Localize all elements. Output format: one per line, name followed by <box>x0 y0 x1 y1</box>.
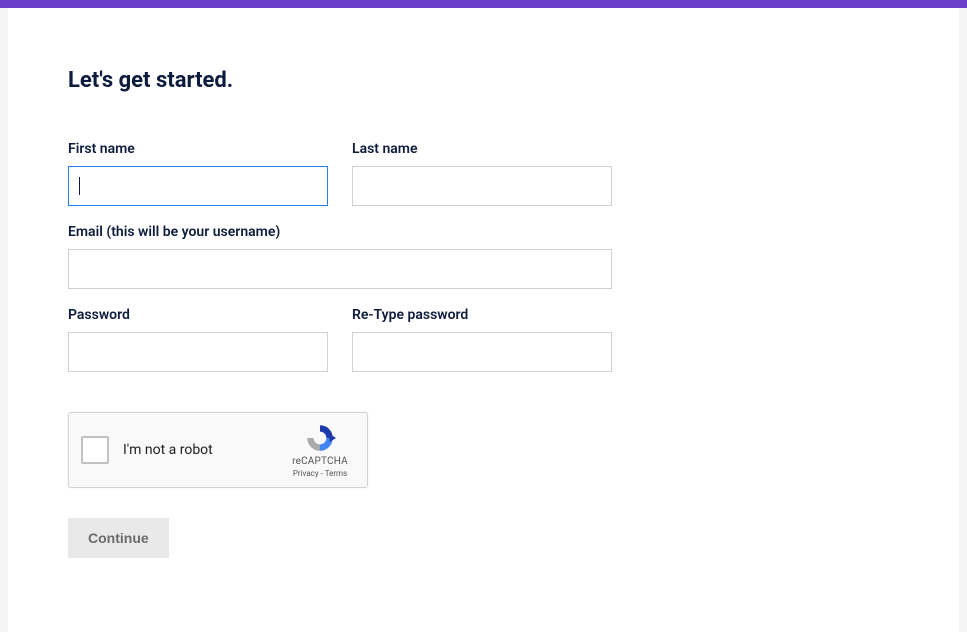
recaptcha-terms-link[interactable]: Terms <box>325 469 347 478</box>
last-name-input[interactable] <box>352 166 612 206</box>
password-label: Password <box>68 307 328 323</box>
text-caret <box>79 177 80 195</box>
continue-button[interactable]: Continue <box>68 518 169 558</box>
recaptcha-privacy-link[interactable]: Privacy <box>293 469 319 478</box>
email-row: Email (this will be your username) <box>68 224 899 289</box>
recaptcha-branding: reCAPTCHA Privacy - Terms <box>285 422 355 478</box>
top-accent-bar <box>0 0 967 8</box>
retype-password-group: Re-Type password <box>352 307 612 372</box>
recaptcha-checkbox[interactable] <box>81 436 109 464</box>
last-name-label: Last name <box>352 141 612 157</box>
password-group: Password <box>68 307 328 372</box>
signup-card: Let's get started. First name Last name … <box>8 8 959 632</box>
recaptcha-links: Privacy - Terms <box>293 469 347 478</box>
recaptcha-brand-text: reCAPTCHA <box>292 456 348 467</box>
name-row: First name Last name <box>68 141 899 206</box>
first-name-input[interactable] <box>68 166 328 206</box>
first-name-label: First name <box>68 141 328 157</box>
last-name-group: Last name <box>352 141 612 206</box>
email-input[interactable] <box>68 249 612 289</box>
recaptcha-widget: I'm not a robot reCAPTCHA Privacy - Term… <box>68 412 368 488</box>
password-input[interactable] <box>68 332 328 372</box>
recaptcha-label: I'm not a robot <box>123 442 285 458</box>
retype-password-label: Re-Type password <box>352 307 612 323</box>
recaptcha-icon <box>304 422 336 454</box>
page-title: Let's get started. <box>68 68 899 93</box>
first-name-group: First name <box>68 141 328 206</box>
email-label: Email (this will be your username) <box>68 224 612 240</box>
retype-password-input[interactable] <box>352 332 612 372</box>
email-group: Email (this will be your username) <box>68 224 612 289</box>
password-row: Password Re-Type password <box>68 307 899 372</box>
